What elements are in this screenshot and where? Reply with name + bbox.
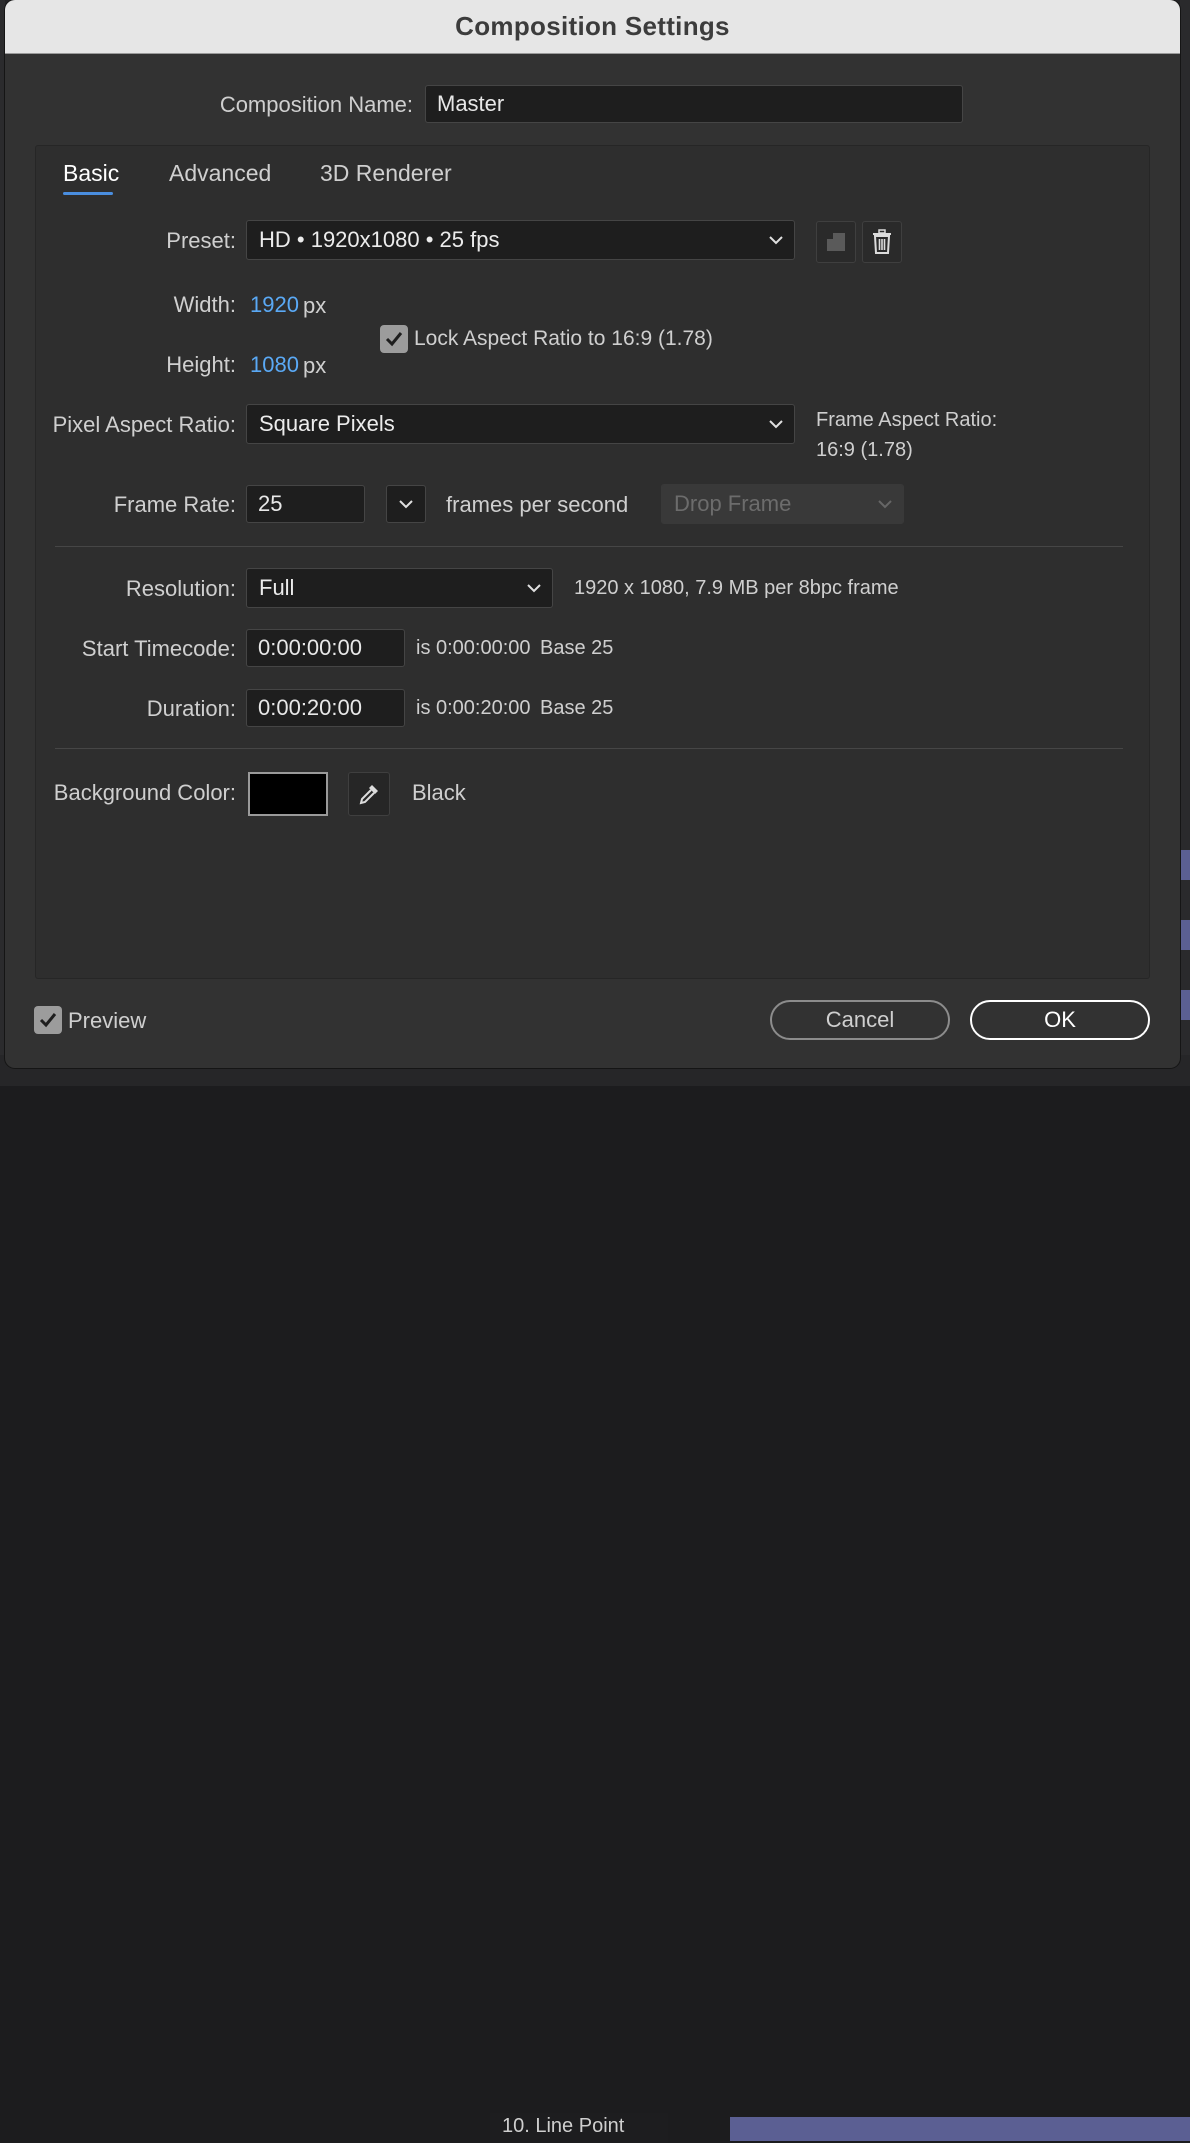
drop-frame-value: Drop Frame <box>674 491 791 517</box>
start-timecode-is: is 0:00:00:00 <box>416 637 531 660</box>
duration-label: Duration: <box>147 696 236 722</box>
checkmark-icon <box>38 1010 58 1030</box>
timeline-bar <box>1180 990 1190 1020</box>
duration-input[interactable]: 0:00:20:00 <box>246 689 405 727</box>
composition-settings-dialog: Composition Settings Composition Name: M… <box>5 0 1180 1068</box>
preview-checkbox[interactable] <box>34 1006 62 1034</box>
height-value[interactable]: 1080 <box>250 352 299 378</box>
lock-aspect-checkbox[interactable] <box>380 325 408 353</box>
width-unit: px <box>303 293 326 319</box>
pixel-aspect-value: Square Pixels <box>259 411 395 437</box>
frame-aspect-label: Frame Aspect Ratio: <box>816 409 997 432</box>
frame-rate-label: Frame Rate: <box>114 492 236 518</box>
composition-name-input[interactable]: Master <box>425 85 963 123</box>
section-divider <box>55 748 1123 749</box>
pixel-aspect-select[interactable]: Square Pixels <box>246 404 795 444</box>
lock-aspect-label[interactable]: Lock Aspect Ratio to 16:9 (1.78) <box>414 327 713 351</box>
cancel-button[interactable]: Cancel <box>770 1000 950 1040</box>
chevron-down-icon <box>398 496 414 512</box>
resolution-label: Resolution: <box>126 576 236 602</box>
start-timecode-label: Start Timecode: <box>82 636 236 662</box>
height-unit: px <box>303 353 326 379</box>
start-timecode-input[interactable]: 0:00:00:00 <box>246 629 405 667</box>
chevron-down-icon <box>526 580 542 596</box>
width-label: Width: <box>174 292 236 318</box>
section-divider <box>55 546 1123 547</box>
pixel-aspect-label: Pixel Aspect Ratio: <box>53 412 236 438</box>
layer-name-field: 10. Line Point <box>490 2113 668 2143</box>
frame-aspect-value: 16:9 (1.78) <box>816 439 913 462</box>
eyedropper-button[interactable] <box>348 772 390 816</box>
save-preset-button[interactable] <box>816 221 856 263</box>
background-color-swatch[interactable] <box>248 772 328 816</box>
background-color-label: Background Color: <box>54 780 236 806</box>
start-timecode-base: Base 25 <box>540 637 613 660</box>
timeline-bar <box>730 2117 1190 2141</box>
composition-name-label: Composition Name: <box>220 92 413 118</box>
frame-rate-unit: frames per second <box>446 492 628 518</box>
duration-base: Base 25 <box>540 697 613 720</box>
tab-basic[interactable]: Basic <box>63 160 119 187</box>
eyedropper-icon <box>356 781 382 807</box>
tab-advanced[interactable]: Advanced <box>169 160 271 187</box>
timeline-bar <box>1180 920 1190 950</box>
trash-icon <box>870 229 894 255</box>
background-color-name: Black <box>412 780 466 806</box>
duration-is: is 0:00:20:00 <box>416 697 531 720</box>
checkmark-icon <box>384 329 404 349</box>
preset-label: Preset: <box>166 228 236 254</box>
height-label: Height: <box>166 352 236 378</box>
settings-panel <box>35 145 1150 979</box>
resolution-value: Full <box>259 575 294 601</box>
tab-active-indicator <box>63 192 113 195</box>
tab-3d-renderer[interactable]: 3D Renderer <box>320 160 452 187</box>
chevron-down-icon <box>877 496 893 512</box>
dialog-title: Composition Settings <box>455 11 730 42</box>
preview-label[interactable]: Preview <box>68 1008 146 1034</box>
frame-rate-dropdown-button[interactable] <box>386 485 426 523</box>
preset-value: HD • 1920x1080 • 25 fps <box>259 227 499 253</box>
timeline-bar <box>1180 850 1190 880</box>
save-preset-icon <box>824 230 848 254</box>
background-right-edge <box>1180 0 1190 1086</box>
preset-select[interactable]: HD • 1920x1080 • 25 fps <box>246 220 795 260</box>
ok-button[interactable]: OK <box>970 1000 1150 1040</box>
resolution-info: 1920 x 1080, 7.9 MB per 8bpc frame <box>574 577 899 600</box>
chevron-down-icon <box>768 416 784 432</box>
delete-preset-button[interactable] <box>862 221 902 263</box>
chevron-down-icon <box>768 232 784 248</box>
resolution-select[interactable]: Full <box>246 568 553 608</box>
frame-rate-input[interactable]: 25 <box>246 485 365 523</box>
drop-frame-select: Drop Frame <box>661 484 904 524</box>
dialog-titlebar: Composition Settings <box>5 0 1180 54</box>
width-value[interactable]: 1920 <box>250 292 299 318</box>
